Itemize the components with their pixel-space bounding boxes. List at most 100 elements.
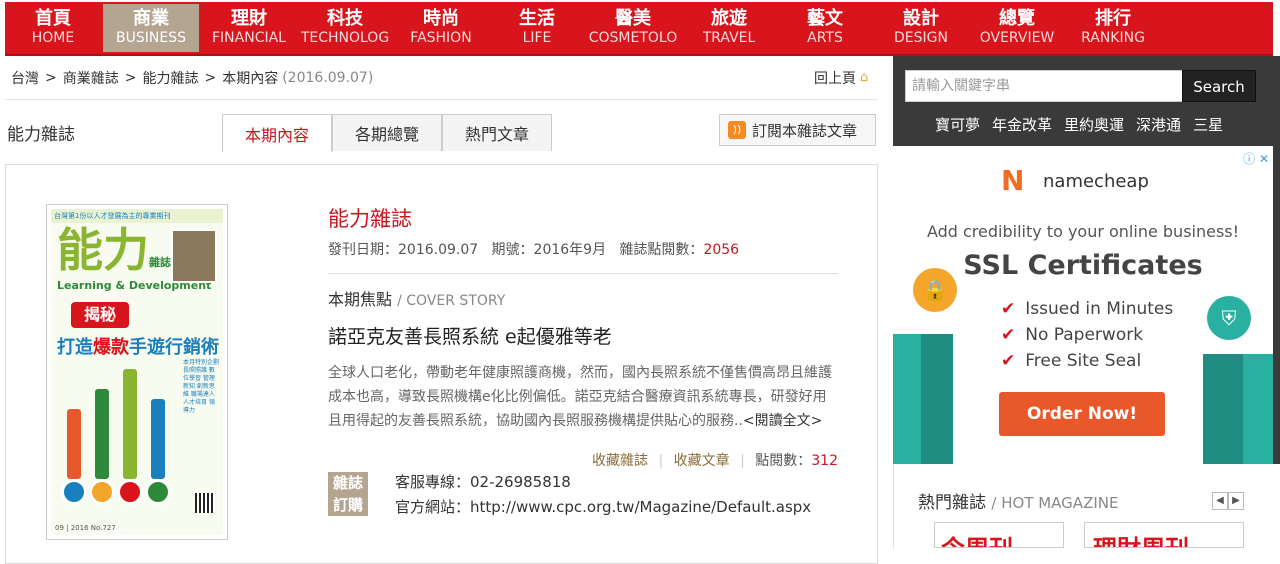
cover-head-b: 爆款	[93, 337, 129, 358]
cover-bar	[151, 399, 165, 479]
hot-magazine-title: 熱門雜誌 / HOT MAGAZINE	[918, 488, 1118, 513]
nav-item-fashion[interactable]: 時尚 FASHION	[393, 2, 489, 54]
nav-item-design[interactable]: 設計 DESIGN	[873, 2, 969, 54]
advertisement[interactable]: ⓘ ✕ N namecheap Add credibility to your …	[893, 146, 1273, 464]
nav-item-travel[interactable]: 旅遊 TRAVEL	[681, 2, 777, 54]
article-actions: 收藏雜誌 | 收藏文章 | 點閱數：312	[328, 450, 838, 470]
thumb-title: 今周刊	[941, 529, 1013, 547]
order-line2: 訂購	[332, 496, 363, 514]
breadcrumb-separator: >	[204, 69, 217, 86]
nav-label-en: TECHNOLOG	[300, 30, 390, 46]
nav-label-en: ARTS	[807, 30, 843, 46]
cover-bottom-text: 09 | 2016 No.727	[55, 524, 116, 532]
hot-keyword[interactable]: 深港通	[1136, 114, 1181, 135]
cover-bar	[67, 409, 81, 479]
nav-label-zh: 醫美	[615, 8, 651, 29]
views-label: 雜誌點閱數：	[619, 242, 704, 258]
favorite-magazine-link[interactable]: 收藏雜誌	[592, 453, 648, 469]
ad-feature-label: Issued in Minutes	[1025, 299, 1174, 319]
nav-item-home[interactable]: 首頁 HOME	[5, 2, 101, 54]
tab-current-issue[interactable]: 本期內容	[222, 114, 332, 152]
nav-label-zh: 商業	[133, 8, 169, 29]
official-website[interactable]: 官方網站：http://www.cpc.org.tw/Magazine/Defa…	[395, 495, 811, 520]
magazine-cover[interactable]: 台灣第1份以人才發展為主的專業期刊 能力雜誌 Learning & Develo…	[46, 204, 228, 540]
nav-label-en: COSMETOLO	[588, 30, 678, 46]
prev-arrow-icon[interactable]: ◀	[1212, 492, 1228, 510]
next-arrow-icon[interactable]: ▶	[1228, 492, 1244, 510]
search-input[interactable]: 請輸入關鍵字串	[905, 70, 1183, 102]
action-divider: |	[740, 453, 745, 469]
publish-date: 發刊日期：2016.09.07	[328, 242, 479, 258]
cover-bar	[95, 389, 109, 479]
focus-label: 本期焦點	[328, 290, 393, 309]
ad-tagline: Add credibility to your online business!	[926, 222, 1240, 241]
back-button[interactable]: 回上頁 ⌂	[814, 68, 874, 88]
nav-label-zh: 旅遊	[711, 8, 747, 29]
cover-side-text: 本月特別企劃 長照照護 數位學習 管理新知 創新思維 職場達人 人才培育 領導力	[183, 359, 220, 414]
tab-hot-articles[interactable]: 熱門文章	[442, 114, 552, 151]
service-phone: 客服專線：02-26985818	[395, 473, 571, 491]
cover-dot	[145, 479, 171, 505]
read-more-link[interactable]: <閱讀全文>	[743, 413, 822, 429]
breadcrumb-business[interactable]: 商業雜誌	[63, 68, 119, 88]
nav-label-en: FASHION	[410, 30, 472, 46]
article-headline[interactable]: 諾亞克友善長照系統 e起優雅等老	[328, 322, 838, 349]
home-icon: ⌂	[860, 70, 869, 85]
subscribe-button[interactable]: )) 訂閱本雜誌文章	[719, 114, 876, 146]
tab-all-issues[interactable]: 各期總覽	[332, 114, 442, 151]
nav-item-business[interactable]: 商業 BUSINESS	[103, 4, 199, 52]
nav-label-zh: 生活	[519, 8, 555, 29]
breadcrumb-current: 本期內容	[222, 70, 279, 87]
breadcrumb-taiwan[interactable]: 台灣	[11, 68, 39, 88]
nav-item-arts[interactable]: 藝文 ARTS	[777, 2, 873, 54]
check-icon: ✔	[1001, 299, 1016, 319]
ad-building-graphic	[1203, 354, 1273, 464]
cover-badge: 揭秘	[71, 302, 129, 328]
nav-item-ranking[interactable]: 排行 RANKING	[1065, 2, 1161, 54]
breadcrumb-date: (2016.09.07)	[282, 69, 374, 86]
main-content: 台灣 > 商業雜誌 > 能力雜誌 > 本期內容 (2016.09.07) 回上頁…	[5, 56, 878, 564]
nav-label-en: OVERVIEW	[979, 30, 1055, 46]
hot-magazine-thumb[interactable]: 理財周刊	[1084, 522, 1244, 548]
nav-label-zh: 總覽	[999, 8, 1035, 29]
hot-magazine-label-en: / HOT MAGAZINE	[991, 494, 1119, 512]
ad-close-icon[interactable]: ⓘ ✕	[1243, 150, 1269, 167]
breadcrumb-magazine[interactable]: 能力雜誌	[142, 68, 198, 88]
nav-item-overview[interactable]: 總覽 OVERVIEW	[969, 2, 1065, 54]
nav-label-en: BUSINESS	[116, 30, 186, 46]
order-now-button[interactable]: Order Now!	[999, 392, 1165, 436]
nav-label-zh: 科技	[327, 8, 363, 29]
nav-label-zh: 藝文	[807, 8, 843, 29]
action-divider: |	[658, 453, 664, 469]
magazine-name[interactable]: 能力雜誌	[328, 203, 838, 233]
section-label: 能力雜誌	[7, 125, 75, 145]
cover-headline: 打造爆款手遊行銷術	[57, 333, 219, 359]
nav-item-life[interactable]: 生活 LIFE	[489, 2, 585, 54]
hot-keywords: 寶可夢 年金改革 里約奧運 深港通 三星	[935, 114, 1235, 135]
nav-item-cosmetology[interactable]: 醫美 COSMETOLO	[585, 2, 681, 54]
hot-magazine-thumb[interactable]: 今周刊	[934, 522, 1064, 548]
search-button[interactable]: Search	[1182, 70, 1256, 102]
nav-label-en: RANKING	[1081, 30, 1145, 46]
hot-keyword[interactable]: 三星	[1193, 114, 1223, 135]
nav-item-financial[interactable]: 理財 FINANCIAL	[201, 2, 297, 54]
nav-label-zh: 理財	[231, 8, 267, 29]
ad-feature: ✔ No Paperwork	[1001, 322, 1173, 348]
hot-keyword[interactable]: 年金改革	[992, 114, 1052, 135]
nav-label-en: HOME	[31, 30, 75, 46]
tab-bar: 本期內容 各期總覽 熱門文章	[222, 114, 552, 152]
article-summary: 全球人口老化，帶動老年健康照護商機，然而，國內長照系統不僅售價高昂且維護成本也高…	[328, 361, 833, 433]
shield-icon: ⛨	[1207, 296, 1251, 340]
nav-item-technology[interactable]: 科技 TECHNOLOG	[297, 2, 393, 54]
hot-keyword[interactable]: 里約奧運	[1064, 114, 1124, 135]
hot-keyword[interactable]: 寶可夢	[935, 114, 980, 135]
thumb-title: 理財周刊	[1093, 529, 1189, 547]
nav-label-en: DESIGN	[894, 30, 948, 46]
favorite-article-link[interactable]: 收藏文章	[674, 453, 730, 469]
cover-top-text: 台灣第1份以人才發展為主的專業期刊	[51, 209, 223, 223]
cover-inset-photo	[171, 229, 217, 283]
qr-code-icon	[195, 493, 215, 513]
order-magazine-button[interactable]: 雜誌 訂購	[328, 472, 368, 516]
cover-bar	[123, 369, 137, 479]
ad-feature-label: Free Site Seal	[1025, 351, 1142, 371]
